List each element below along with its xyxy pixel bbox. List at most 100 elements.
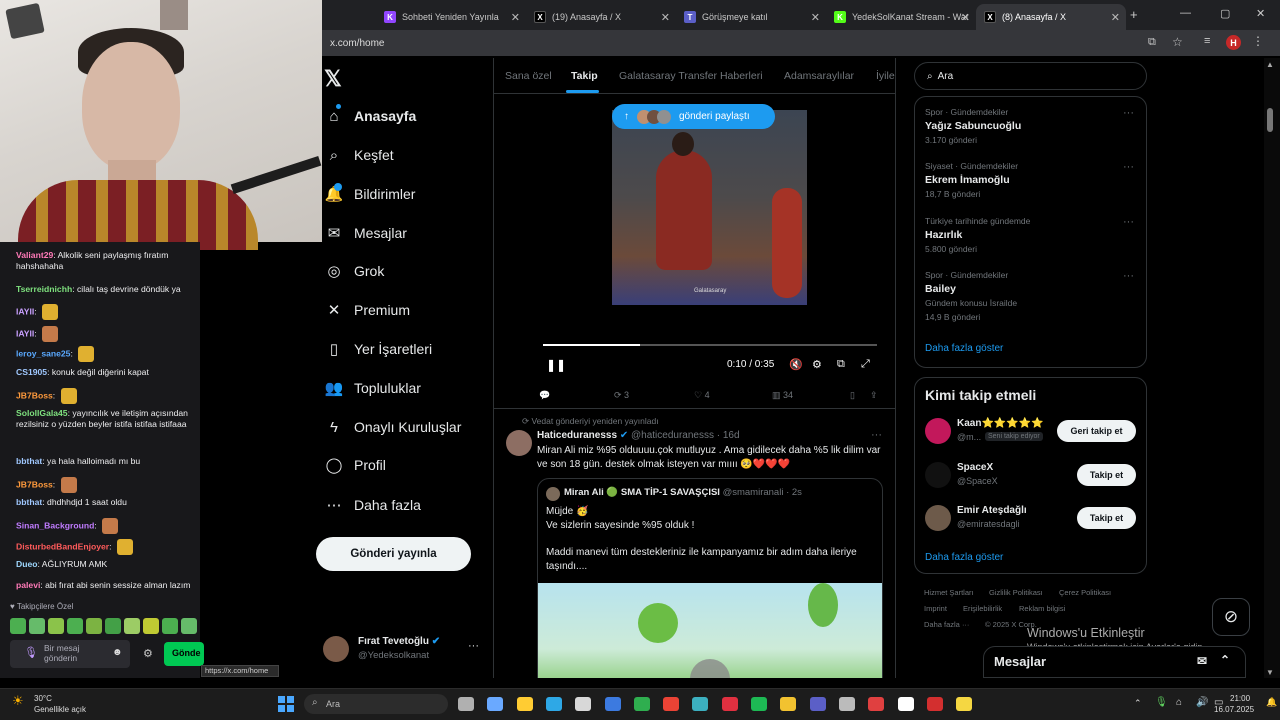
follow-button[interactable]: Geri takip et (1057, 420, 1136, 442)
more-dots-icon[interactable]: ··· (468, 640, 479, 652)
account-switcher[interactable]: Fırat Tevetoğlu ✔ @Yedeksolkanat ··· (323, 634, 493, 664)
mic-icon[interactable]: 🎙 (24, 646, 38, 659)
like-button[interactable]: ♡ 4 (694, 390, 710, 401)
quote-image[interactable] (538, 583, 882, 678)
new-tab-button[interactable]: + (1130, 7, 1138, 22)
bookmark-icon[interactable]: ▯ (850, 390, 855, 401)
tray-chevron-icon[interactable]: ⌃ (1134, 698, 1142, 709)
play-button[interactable] (690, 659, 730, 678)
chat-username[interactable]: SolollGala45 (16, 408, 68, 418)
trend-name[interactable]: Yağız Sabuncuoğlu (925, 120, 1021, 132)
trend-name[interactable]: Ekrem İmamoğlu (925, 174, 1010, 186)
volume-icon[interactable]: 🔊 (1196, 697, 1208, 708)
browser-tab[interactable]: T Görüşmeye katıl ✕ (676, 4, 826, 30)
chat-username[interactable]: Sinan_Background (16, 520, 94, 530)
close-window-icon[interactable]: ✕ (1256, 7, 1265, 20)
maximize-icon[interactable]: ▢ (1220, 7, 1230, 20)
picture-in-picture-icon[interactable]: ⧉ (837, 358, 845, 371)
expand-up-icon[interactable]: ⌃ (1220, 653, 1230, 667)
browser-tab[interactable]: X (8) Anasayfa / X ✕ (976, 4, 1126, 30)
emote-bar[interactable] (10, 618, 200, 634)
video-player[interactable]: Galatasaray (612, 110, 807, 305)
start-button-icon[interactable] (278, 696, 294, 712)
browser-tab[interactable]: K YedekSolKanat Stream - Wat ✕ (826, 4, 976, 30)
nav-item-3[interactable]: ✉ Mesajlar (324, 218, 407, 248)
scroll-up-icon[interactable]: ▲ (1266, 60, 1274, 69)
nav-item-4[interactable]: ◎ Grok (324, 256, 384, 286)
taskbar-app-icon[interactable] (868, 697, 885, 711)
taskbar-app-icon[interactable] (926, 697, 943, 711)
quoted-tweet[interactable]: Miran Ali 🟢 SMA TİP-1 SAVAŞÇISI @smamira… (537, 478, 883, 678)
trend-more-icon[interactable]: ··· (1123, 216, 1134, 228)
network-icon[interactable]: ⌂ (1176, 697, 1182, 708)
video-progress-track[interactable] (543, 344, 877, 346)
avatar[interactable] (925, 505, 951, 531)
footer-link[interactable]: Reklam bilgisi (1019, 604, 1065, 613)
nav-item-6[interactable]: ▯ Yer İşaretleri (324, 334, 432, 364)
url-text[interactable]: x.com/home (330, 38, 384, 49)
taskbar-app-icon[interactable] (751, 697, 767, 711)
taskbar-search[interactable]: ⌕ Ara (304, 694, 448, 714)
post-button[interactable]: Gönderi yayınla (316, 537, 471, 571)
taskbar-app-icon[interactable] (721, 697, 738, 711)
trend-more-icon[interactable]: ··· (1123, 107, 1134, 119)
taskbar-app-icon[interactable] (838, 697, 855, 711)
chat-username[interactable]: bbthat (16, 497, 42, 507)
trends-show-more-link[interactable]: Daha fazla göster (925, 343, 1003, 354)
mic-tray-icon[interactable]: 🎙 (1155, 697, 1168, 708)
footer-link[interactable]: Imprint (924, 604, 947, 613)
chat-username[interactable]: JB7Boss (16, 390, 53, 400)
browser-tab[interactable]: K Sohbeti Yeniden Yayınla ✕ (376, 4, 526, 30)
taskbar-app-icon[interactable] (458, 697, 474, 711)
page-scrollbar[interactable] (1264, 58, 1280, 678)
clock-date[interactable]: 16.07.2025 (1214, 705, 1254, 714)
views-button[interactable]: ▥ 34 (772, 390, 793, 401)
nav-item-9[interactable]: ◯ Profil (324, 450, 386, 480)
trend-name[interactable]: Bailey (925, 283, 956, 295)
taskbar-app-icon[interactable] (633, 697, 650, 711)
minimize-icon[interactable]: — (1180, 7, 1191, 19)
chat-username[interactable]: DisturbedBandEnjoyer (16, 541, 109, 551)
tab-close-icon[interactable]: ✕ (511, 11, 520, 24)
taskbar-app-icon[interactable] (487, 697, 504, 711)
nav-item-8[interactable]: ϟ Onaylı Kuruluşlar (324, 412, 461, 442)
taskbar-app-icon[interactable] (575, 697, 592, 711)
taskbar-app-icon[interactable] (604, 697, 621, 711)
grok-button-icon[interactable]: ⊘ (1212, 598, 1250, 636)
chat-username[interactable]: Tserreidnichh (16, 284, 72, 294)
avatar[interactable] (925, 462, 951, 488)
bookmark-star-icon[interactable]: ☆ (1172, 35, 1183, 49)
chat-input[interactable]: 🎙 Bir mesaj gönderin ☻ (10, 640, 130, 668)
address-bar[interactable]: x.com/home ⧉ ☆ ≡ H ⋮ (322, 30, 1280, 56)
chat-username[interactable]: Dueo (16, 559, 37, 569)
new-message-icon[interactable]: ✉ (1197, 654, 1207, 668)
follow-button[interactable]: Takip et (1077, 464, 1136, 486)
taskbar-app-icon[interactable] (545, 697, 562, 711)
chat-username[interactable]: JB7Boss (16, 479, 53, 489)
nav-item-10[interactable]: ⋯ Daha fazla (324, 490, 421, 520)
clock-time[interactable]: 21:00 (1230, 694, 1250, 703)
search-input[interactable]: ⌕ Ara (914, 62, 1147, 90)
fullscreen-icon[interactable]: ⤢ (861, 358, 870, 371)
chat-username[interactable]: IAYII (16, 328, 34, 338)
footer-link[interactable]: Gizlilik Politikası (989, 588, 1043, 597)
nav-item-1[interactable]: ⌕ Keşfet (324, 140, 394, 170)
taskbar-app-icon[interactable] (956, 697, 973, 711)
taskbar-app-icon[interactable] (516, 697, 533, 711)
taskbar-app-icon[interactable] (692, 697, 709, 711)
messages-drawer[interactable]: Mesajlar ✉ ⌃ (983, 646, 1246, 678)
suggestion-name[interactable]: Emir Ateşdağlı (957, 505, 1027, 516)
follow-button[interactable]: Takip et (1077, 507, 1136, 529)
nav-item-7[interactable]: 👥 Topluluklar (324, 373, 421, 403)
suggestion-name[interactable]: SpaceX (957, 462, 993, 473)
footer-link[interactable]: Çerez Politikası (1059, 588, 1111, 597)
tab-list-3[interactable]: İyile (876, 70, 895, 82)
menu-kebab-icon[interactable]: ⋮ (1252, 34, 1264, 48)
tab-close-icon[interactable]: ✕ (961, 11, 970, 24)
tab-list-1[interactable]: Galatasaray Transfer Haberleri (619, 70, 763, 82)
chat-username[interactable]: IAYII (16, 306, 34, 316)
suggestion-name[interactable]: Kaan⭐⭐⭐⭐⭐ (957, 418, 1044, 429)
chat-username[interactable]: CS1905 (16, 367, 47, 377)
nav-item-5[interactable]: ✕ Premium (324, 295, 410, 325)
weather-icon[interactable]: ☀ (12, 693, 24, 709)
